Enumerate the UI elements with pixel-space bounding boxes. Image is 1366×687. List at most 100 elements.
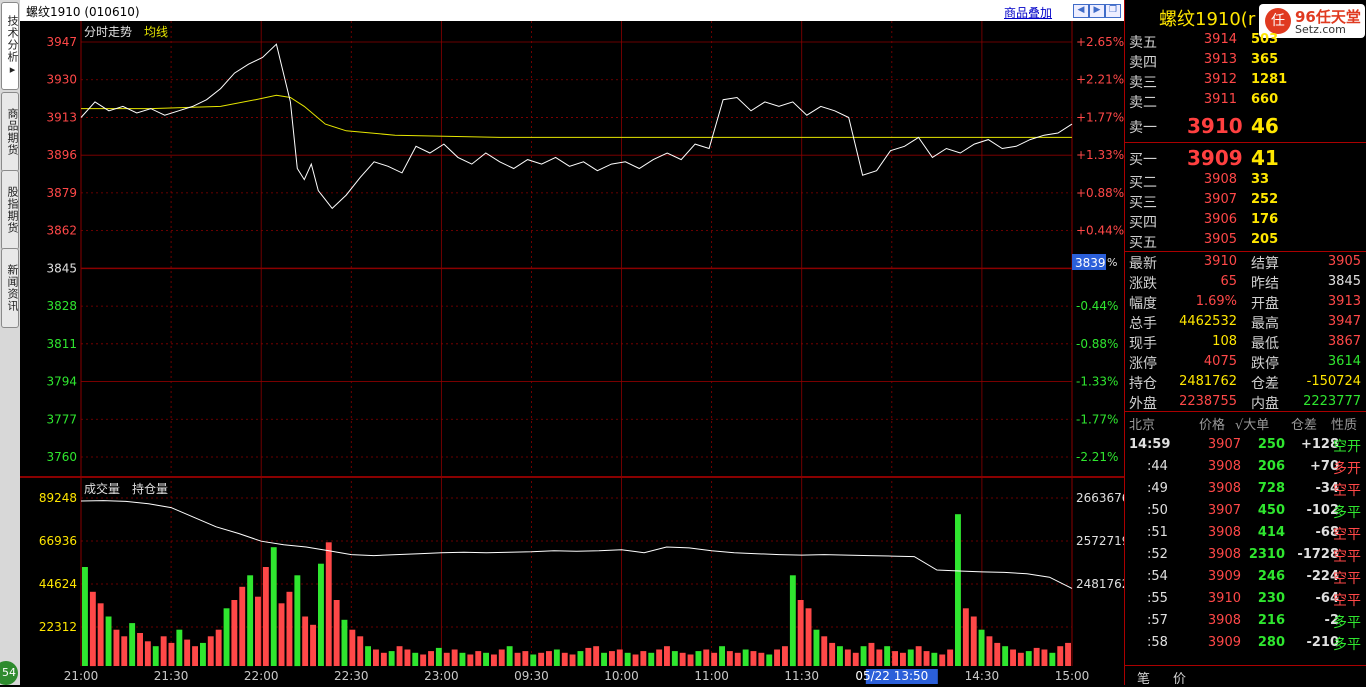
bid-price: 3906 xyxy=(1203,212,1237,227)
volume-bar xyxy=(774,649,780,666)
volume-bar xyxy=(640,651,647,666)
tab-commodity-futures[interactable]: 商品期货 xyxy=(1,92,19,172)
volume-tick: 44624 xyxy=(39,577,77,591)
tab-prices[interactable]: 价 xyxy=(1173,668,1186,687)
volume-bar xyxy=(852,652,859,666)
intraday-chart[interactable]: 分时走势 均线 成交量 持仓量 3947 3930 3913 3896 3879 3862… xyxy=(20,21,1124,685)
trade-type: 多平 xyxy=(1333,615,1361,631)
volume-bar xyxy=(907,649,914,666)
bid1-row[interactable]: 买一 3909 41 xyxy=(1125,144,1366,172)
stat-row: 现手 108 最低 3867 xyxy=(1125,332,1366,352)
volume-bar xyxy=(782,646,788,666)
pct-tick: +1.77% xyxy=(1076,110,1124,124)
volume-bar xyxy=(695,651,702,666)
volume-bar xyxy=(939,654,946,667)
stat-key: 持仓 xyxy=(1129,376,1157,392)
stat-key: 最新 xyxy=(1129,256,1157,272)
pct-tick: -0.88% xyxy=(1076,337,1118,351)
bid1-label: 买一 xyxy=(1129,152,1157,168)
volume-bar xyxy=(1017,652,1024,666)
restore-icon[interactable]: ❐ xyxy=(1105,4,1121,18)
volume-bar xyxy=(82,567,88,666)
volume-bar xyxy=(357,636,364,666)
contract-title: 螺纹1910 (010610) xyxy=(26,5,140,19)
oi-tick: 2481762 xyxy=(1076,577,1124,591)
volume-bar xyxy=(955,514,961,666)
volume-bar xyxy=(239,586,246,666)
bid-row[interactable]: 买三 3907 252 xyxy=(1125,190,1366,211)
price-tick: 3794 xyxy=(46,375,77,389)
volume-bar xyxy=(404,649,411,666)
stat-key: 开盘 xyxy=(1251,296,1279,312)
volume-bar xyxy=(624,652,631,666)
trade-type: 多平 xyxy=(1333,505,1361,521)
bid-row[interactable]: 买四 3906 176 xyxy=(1125,210,1366,231)
trade-type: 多平 xyxy=(1333,637,1361,653)
volume-bar xyxy=(333,600,340,666)
pct-tick: +2.65% xyxy=(1076,35,1124,49)
price-tick: 3947 xyxy=(46,35,77,49)
trade-price: 3908 xyxy=(1207,481,1241,496)
bid-row[interactable]: 买二 3908 33 xyxy=(1125,170,1366,191)
volume-tick: 89248 xyxy=(39,491,77,505)
time-tick: 10:00 xyxy=(604,669,639,683)
trade-row: :44 3908 206 +70 多开 xyxy=(1125,456,1366,478)
ask-row[interactable]: 卖五 3914 503 xyxy=(1125,30,1366,51)
volume-bar xyxy=(577,651,584,666)
volume-bar xyxy=(121,636,128,666)
time-tick: 22:00 xyxy=(244,669,279,683)
left-arrow-icon[interactable]: ◀ xyxy=(1073,4,1089,18)
ask1-row[interactable]: 卖一 3910 46 xyxy=(1125,112,1366,140)
detail-tab-bar: 笔 价 xyxy=(1125,665,1366,687)
volume-bar xyxy=(530,654,537,667)
tab-index-futures[interactable]: 股指期货 xyxy=(1,170,19,250)
trade-row: :49 3908 728 -34 空平 xyxy=(1125,478,1366,500)
tab-technical-analysis[interactable]: 技术分析▸ xyxy=(1,2,19,90)
right-arrow-icon[interactable]: ▶ xyxy=(1089,4,1105,18)
stat-key: 仓差 xyxy=(1251,376,1279,392)
tab-news[interactable]: 新闻资讯 xyxy=(1,248,19,328)
volume-bar xyxy=(726,651,733,666)
trade-time: :51 xyxy=(1147,525,1168,540)
price-tick: 3828 xyxy=(46,299,77,313)
volume-bar xyxy=(184,639,191,666)
pct-tick: +0.44% xyxy=(1076,224,1124,238)
stat-value: 2223777 xyxy=(1303,394,1361,409)
stat-value: 4075 xyxy=(1203,354,1237,369)
volume-bar xyxy=(365,646,371,666)
volume-bar xyxy=(1041,649,1048,666)
bid-label: 买四 xyxy=(1129,215,1157,231)
trade-time: :52 xyxy=(1147,547,1168,562)
volume-bar xyxy=(986,636,993,666)
volume-bar xyxy=(837,646,843,666)
volume-bar xyxy=(1002,646,1009,666)
ask-row[interactable]: 卖三 3912 1281 xyxy=(1125,70,1366,91)
time-tick: 14:30 xyxy=(965,669,1000,683)
trade-time: :58 xyxy=(1147,635,1168,650)
quote-header: 螺纹1910(r 任 96任天堂 Setz.com xyxy=(1125,0,1366,38)
ask-row[interactable]: 卖四 3913 365 xyxy=(1125,50,1366,71)
volume-bar xyxy=(255,596,261,666)
stat-key: 涨跌 xyxy=(1129,276,1157,292)
trade-row: 14:59 3907 250 +128 空开 xyxy=(1125,434,1366,456)
price-tick: 3879 xyxy=(46,186,77,200)
trade-price: 3910 xyxy=(1207,591,1241,606)
bid-label: 买三 xyxy=(1129,195,1157,211)
bid-row[interactable]: 买五 3905 205 xyxy=(1125,230,1366,251)
volume-bar xyxy=(113,629,120,666)
commodity-overlay-link[interactable]: 商品叠加 xyxy=(1004,4,1052,21)
bid-price: 3905 xyxy=(1203,232,1237,247)
volume-bar xyxy=(483,652,489,666)
ask-row[interactable]: 卖二 3911 660 xyxy=(1125,90,1366,111)
price-tick: 3811 xyxy=(46,337,77,351)
stat-key: 昨结 xyxy=(1251,276,1279,292)
trade-row: :58 3909 280 -210 多平 xyxy=(1125,632,1366,654)
volume-bar xyxy=(734,652,741,666)
trades-header-cell: 价格 xyxy=(1199,418,1226,433)
volume-bar xyxy=(349,629,356,666)
bid-price: 3907 xyxy=(1203,192,1237,207)
volume-bar xyxy=(412,652,419,666)
volume-bar xyxy=(428,651,434,666)
tab-ticks[interactable]: 笔 xyxy=(1137,668,1150,687)
stat-row: 涨停 4075 跌停 3614 xyxy=(1125,352,1366,372)
